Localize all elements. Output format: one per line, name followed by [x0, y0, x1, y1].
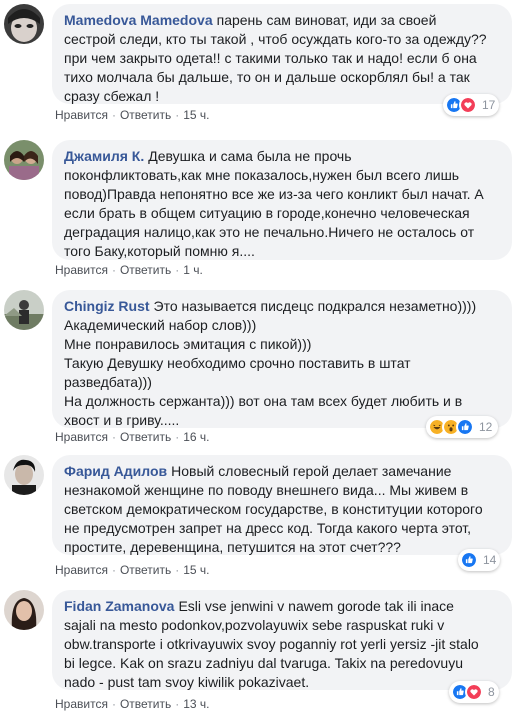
separator: ·	[175, 108, 180, 122]
comment-bubble: Mamedova Mamedova парень сам виноват, иди…	[52, 4, 512, 104]
comment-text: сразу сбежал !	[64, 88, 160, 104]
reply-link[interactable]: Ответить	[120, 263, 171, 277]
comment-actions: Нравится · Ответить · 16 ч.	[55, 430, 210, 444]
comment-text: Такую Девушку необходимо срочно поставит…	[64, 355, 411, 371]
comment-text: поконфликтовать,как мне показалось,нужен…	[64, 167, 460, 183]
comment-bubble: Chingiz Rust Это называется писдецс подкр…	[52, 290, 512, 428]
comment-text: незнакомой женщине по поводу внешнего ви…	[64, 482, 469, 498]
comment-text: sajali na mesto podonkov,pozvolayuwix se…	[64, 617, 445, 633]
comment-actions: Нравится · Ответить · 13 ч.	[55, 697, 210, 711]
reaction-summary[interactable]: 12	[426, 416, 498, 438]
separator: ·	[111, 108, 116, 122]
reaction-count: 14	[483, 553, 497, 567]
comment-text: при чем закрыто одета!! с такими только …	[64, 50, 477, 66]
comment-text: Это называется писдецс подкрался незамет…	[153, 298, 477, 314]
like-link[interactable]: Нравится	[55, 563, 108, 577]
separator: ·	[175, 697, 180, 711]
separator: ·	[175, 430, 180, 444]
avatar[interactable]	[4, 455, 44, 495]
like-icon	[456, 418, 474, 436]
comment-actions: Нравится · Ответить · 15 ч.	[55, 563, 210, 577]
comment-text: тихо молчала бы дальше, то он и дальше о…	[64, 69, 470, 85]
comment-text: obw.transporte i otkrivayuwix svoy pogan…	[64, 636, 479, 652]
comment-text: nado - pust tam svoy kiwilik pokazivaet.	[64, 674, 310, 690]
reaction-summary[interactable]: 8	[449, 681, 499, 703]
avatar-image	[4, 455, 44, 495]
reaction-summary[interactable]: 17	[443, 94, 499, 116]
separator: ·	[111, 263, 116, 277]
comment-text: bi legce. Kak on srazu zadniyu dal tvaru…	[64, 655, 463, 671]
reply-link[interactable]: Ответить	[120, 430, 171, 444]
separator: ·	[111, 697, 116, 711]
comment-author-link[interactable]: Mamedova Mamedova	[64, 12, 213, 28]
comment-author-link[interactable]: Фарид Адилов	[64, 463, 167, 479]
comment-text: повод)Правда непонятно все же из-за чего…	[64, 186, 484, 202]
comment-bubble: Fidan Zamanova Esli vse jenwini v nawem g…	[52, 590, 512, 690]
reply-link[interactable]: Ответить	[120, 108, 171, 122]
comment-timestamp[interactable]: 1 ч.	[183, 263, 203, 277]
comment-text: Мне понравилось эмитация с пикой)))	[64, 336, 312, 352]
comment-timestamp[interactable]: 13 ч.	[183, 697, 209, 711]
reply-link[interactable]: Ответить	[120, 697, 171, 711]
reaction-count: 12	[479, 420, 493, 434]
comment-text: Esli vse jenwini v nawem gorode tak ili …	[178, 598, 454, 614]
comment-text: деградация налицо,как это не печально.Ни…	[64, 224, 475, 240]
comment-author-link[interactable]: Fidan Zamanova	[64, 598, 174, 614]
reply-link[interactable]: Ответить	[120, 563, 171, 577]
reaction-summary[interactable]: 14	[458, 549, 500, 571]
avatar-image	[4, 590, 44, 630]
avatar[interactable]	[4, 590, 44, 630]
avatar-image	[4, 4, 44, 44]
like-link[interactable]: Нравится	[55, 108, 108, 122]
comment-actions: Нравится · Ответить · 1 ч.	[55, 263, 203, 277]
separator: ·	[175, 263, 180, 277]
avatar-image	[4, 290, 44, 330]
comment-actions: Нравится · Ответить · 15 ч.	[55, 108, 210, 122]
comment-text: светском демократическом государстве, в …	[64, 501, 483, 517]
comment-bubble: Джамиля К. Девушка и сама была не прочь п…	[52, 140, 512, 260]
like-link[interactable]: Нравится	[55, 263, 108, 277]
like-icon	[460, 551, 478, 569]
comment-timestamp[interactable]: 15 ч.	[183, 563, 209, 577]
comment-text: если брать в общем ситуацию в городе,кон…	[64, 205, 470, 221]
avatar[interactable]	[4, 140, 44, 180]
love-icon	[465, 683, 483, 701]
comment-bubble: Фарид Адилов Новый словесный герой делает…	[52, 455, 512, 555]
separator: ·	[175, 563, 180, 577]
love-icon	[459, 96, 477, 114]
avatar[interactable]	[4, 290, 44, 330]
reaction-count: 17	[482, 98, 496, 112]
comment-author-link[interactable]: Chingiz Rust	[64, 298, 150, 314]
comment-timestamp[interactable]: 15 ч.	[183, 108, 209, 122]
avatar[interactable]	[4, 4, 44, 44]
comment-text: того Баку,который помню я....	[64, 243, 255, 259]
comment-text: парень сам виноват, иди за своей	[216, 12, 437, 28]
comment-text: простите, деревенщина, петушится на этот…	[64, 539, 401, 555]
separator: ·	[111, 430, 116, 444]
comment-text: Академический набор слов)))	[64, 317, 257, 333]
comment-text: На должность сержанта))) вот она там все…	[64, 393, 463, 409]
comment-text: разведбата)))	[64, 374, 152, 390]
comment-text: не предусмотрен запрет на дресс код. Тог…	[64, 520, 472, 536]
comment-author-link[interactable]: Джамиля К.	[64, 148, 144, 164]
comment-text: Девушка и сама была не прочь	[148, 148, 352, 164]
avatar-image	[4, 140, 44, 180]
like-link[interactable]: Нравится	[55, 697, 108, 711]
comment-text: Новый словесный герой делает замечание	[171, 463, 452, 479]
comment-text: сестрой следи, кто ты такой , чтоб осужд…	[64, 31, 487, 47]
reaction-count: 8	[488, 685, 495, 699]
separator: ·	[111, 563, 116, 577]
like-link[interactable]: Нравится	[55, 430, 108, 444]
comment-timestamp[interactable]: 16 ч.	[183, 430, 209, 444]
